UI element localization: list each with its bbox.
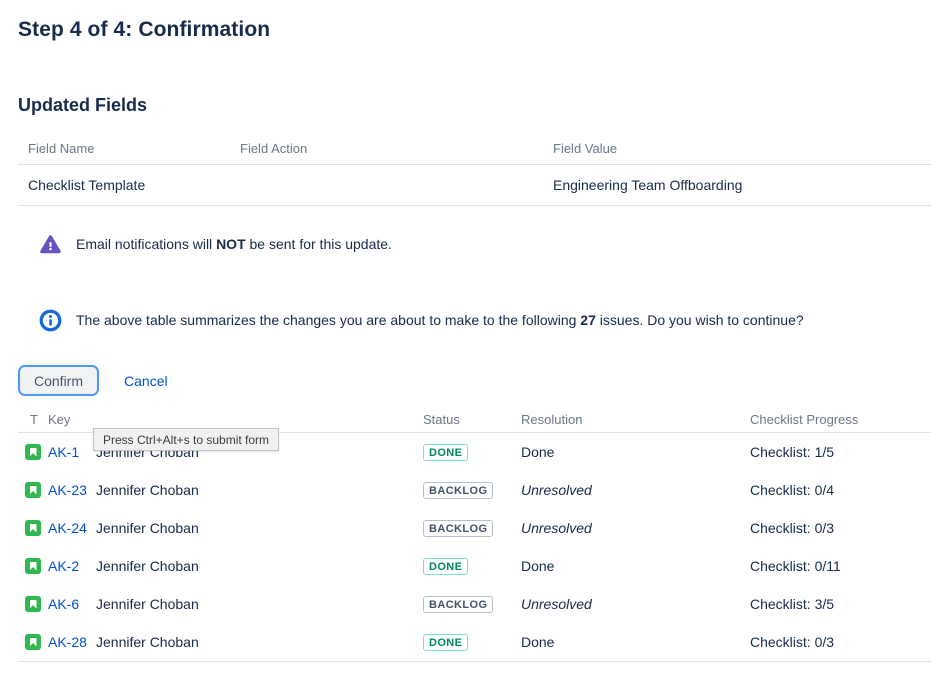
issue-resolution: Done [521, 634, 750, 650]
issue-key-link[interactable]: AK-23 [48, 482, 87, 498]
issue-resolution: Done [521, 558, 750, 574]
issue-summary: Jennifer Choban [96, 482, 423, 498]
info-text-pre: The above table summarizes the changes y… [76, 312, 580, 328]
submit-shortcut-tooltip: Press Ctrl+Alt+s to submit form [93, 428, 279, 451]
field-action-value [230, 165, 543, 205]
status-badge: BACKLOG [423, 520, 493, 537]
checklist-progress: Checklist: 1/5 [750, 444, 931, 460]
issue-summary: Jennifer Choban [96, 520, 423, 536]
issue-resolution: Unresolved [521, 520, 750, 536]
checklist-progress: Checklist: 0/11 [750, 558, 931, 574]
table-row: AK-23 Jennifer Choban BACKLOG Unresolved… [18, 471, 931, 509]
status-badge: BACKLOG [423, 596, 493, 613]
email-warning-notice: Email notifications will NOT be sent for… [38, 232, 931, 256]
table-row: AK-28 Jennifer Choban DONE Done Checklis… [18, 623, 931, 661]
story-type-icon [25, 596, 41, 612]
checklist-progress: Checklist: 3/5 [750, 596, 931, 612]
updated-fields-header-row: Field Name Field Action Field Value [18, 136, 931, 165]
story-type-icon [25, 558, 41, 574]
status-badge: BACKLOG [423, 482, 493, 499]
column-key: Key [48, 412, 96, 427]
issue-key-link[interactable]: AK-1 [48, 444, 79, 460]
story-type-icon [25, 444, 41, 460]
warning-triangle-icon [38, 232, 62, 256]
field-value-value: Engineering Team Offboarding [543, 165, 931, 205]
table-row: AK-2 Jennifer Choban DONE Done Checklist… [18, 547, 931, 585]
table-row: AK-24 Jennifer Choban BACKLOG Unresolved… [18, 509, 931, 547]
info-text-post: issues. Do you wish to continue? [596, 312, 804, 328]
issue-resolution: Done [521, 444, 750, 460]
warning-text-bold: NOT [216, 236, 246, 252]
table-row: Checklist Template Engineering Team Offb… [18, 165, 931, 206]
cancel-link[interactable]: Cancel [124, 373, 168, 389]
warning-text-post: be sent for this update. [246, 236, 392, 252]
column-field-action: Field Action [230, 136, 543, 164]
info-text-bold: 27 [580, 312, 596, 328]
confirm-button[interactable]: Confirm [18, 365, 99, 396]
story-type-icon [25, 482, 41, 498]
issue-key-link[interactable]: AK-6 [48, 596, 79, 612]
checklist-progress: Checklist: 0/3 [750, 520, 931, 536]
checklist-progress: Checklist: 0/4 [750, 482, 931, 498]
issue-resolution: Unresolved [521, 596, 750, 612]
column-status: Status [423, 412, 521, 427]
updated-fields-table: Field Name Field Action Field Value Chec… [18, 136, 931, 206]
issue-resolution: Unresolved [521, 482, 750, 498]
column-field-name: Field Name [18, 136, 230, 164]
confirm-info-notice: The above table summarizes the changes y… [38, 308, 931, 332]
issue-key-link[interactable]: AK-28 [48, 634, 87, 650]
status-badge: DONE [423, 558, 468, 575]
updated-fields-heading: Updated Fields [18, 95, 931, 116]
page-title: Step 4 of 4: Confirmation [18, 18, 931, 42]
action-bar: Confirm Cancel [18, 365, 931, 396]
email-warning-text: Email notifications will NOT be sent for… [76, 236, 392, 252]
column-resolution: Resolution [521, 412, 750, 427]
table-row: AK-6 Jennifer Choban BACKLOG Unresolved … [18, 585, 931, 623]
column-type: T [18, 412, 48, 427]
info-circle-icon [38, 308, 62, 332]
status-badge: DONE [423, 634, 468, 651]
issue-key-link[interactable]: AK-24 [48, 520, 87, 536]
column-checklist-progress: Checklist Progress [750, 412, 931, 427]
issue-key-link[interactable]: AK-2 [48, 558, 79, 574]
issue-summary: Jennifer Choban [96, 596, 423, 612]
issue-summary: Jennifer Choban [96, 558, 423, 574]
column-field-value: Field Value [543, 136, 931, 164]
story-type-icon [25, 634, 41, 650]
warning-text-pre: Email notifications will [76, 236, 216, 252]
story-type-icon [25, 520, 41, 536]
confirm-info-text: The above table summarizes the changes y… [76, 312, 804, 328]
field-name-value: Checklist Template [18, 165, 230, 205]
checklist-progress: Checklist: 0/3 [750, 634, 931, 650]
status-badge: DONE [423, 444, 468, 461]
issue-summary: Jennifer Choban [96, 634, 423, 650]
